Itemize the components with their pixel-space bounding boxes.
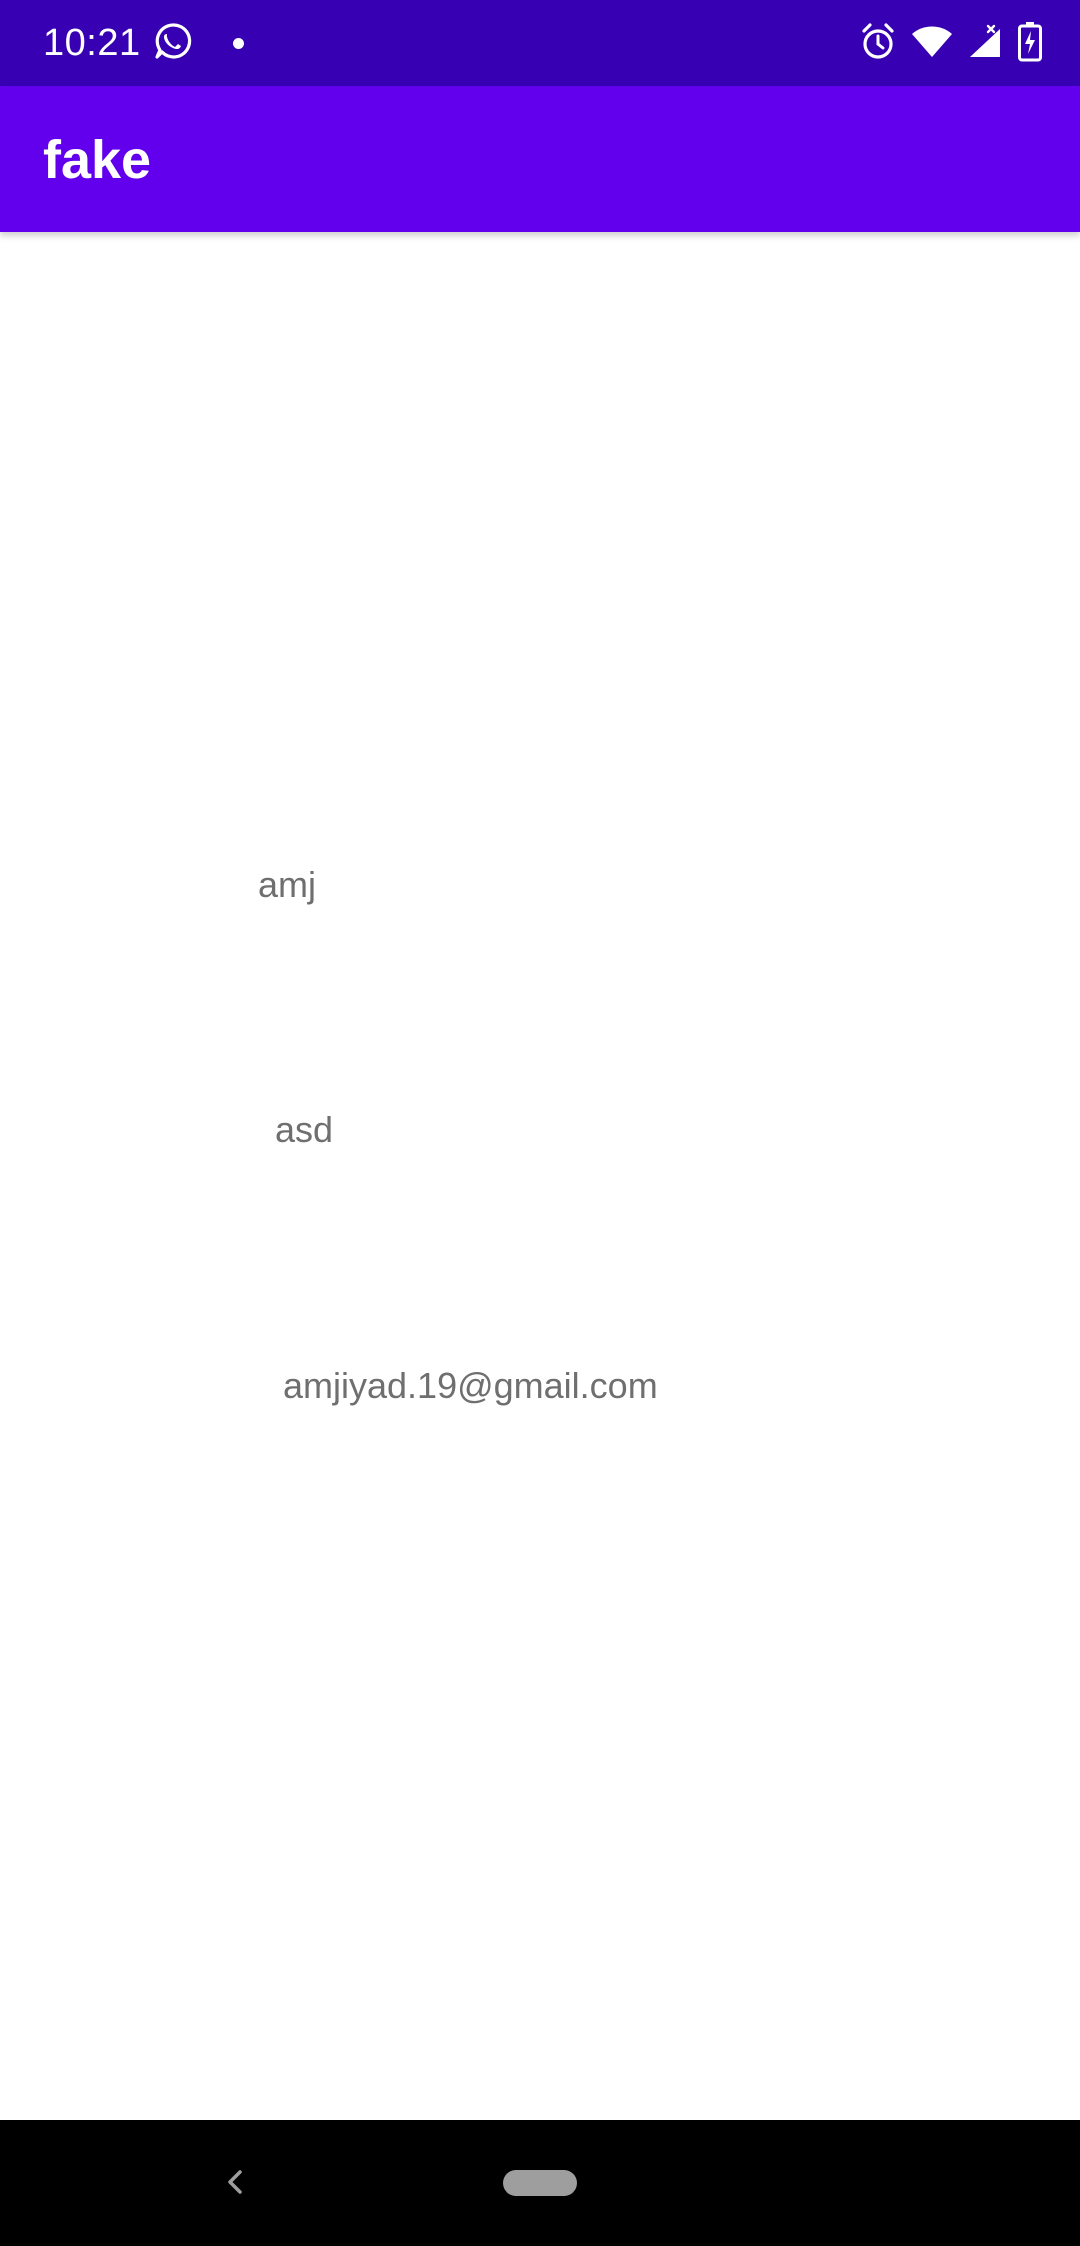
status-time: 10:21 bbox=[43, 22, 141, 64]
navigation-bar bbox=[0, 2120, 1080, 2246]
app-title: fake bbox=[43, 130, 152, 190]
home-pill-icon[interactable] bbox=[503, 2170, 577, 2196]
whatsapp-icon bbox=[152, 20, 194, 67]
battery-charging-icon bbox=[1018, 21, 1042, 67]
status-right-icons bbox=[860, 21, 1042, 67]
notification-dot-icon bbox=[233, 37, 244, 49]
cell-signal-icon bbox=[968, 24, 1002, 65]
email-text: amjiyad.19@gmail.com bbox=[283, 1365, 658, 1406]
password-text: asd bbox=[275, 1109, 334, 1150]
wifi-icon bbox=[912, 25, 952, 64]
app-bar: fake bbox=[0, 86, 1080, 232]
status-left-icons bbox=[152, 22, 244, 64]
status-bar: 10:21 bbox=[0, 0, 1080, 86]
name-text: amj bbox=[258, 864, 317, 905]
alarm-icon bbox=[860, 22, 896, 67]
back-icon[interactable] bbox=[220, 2164, 248, 2205]
